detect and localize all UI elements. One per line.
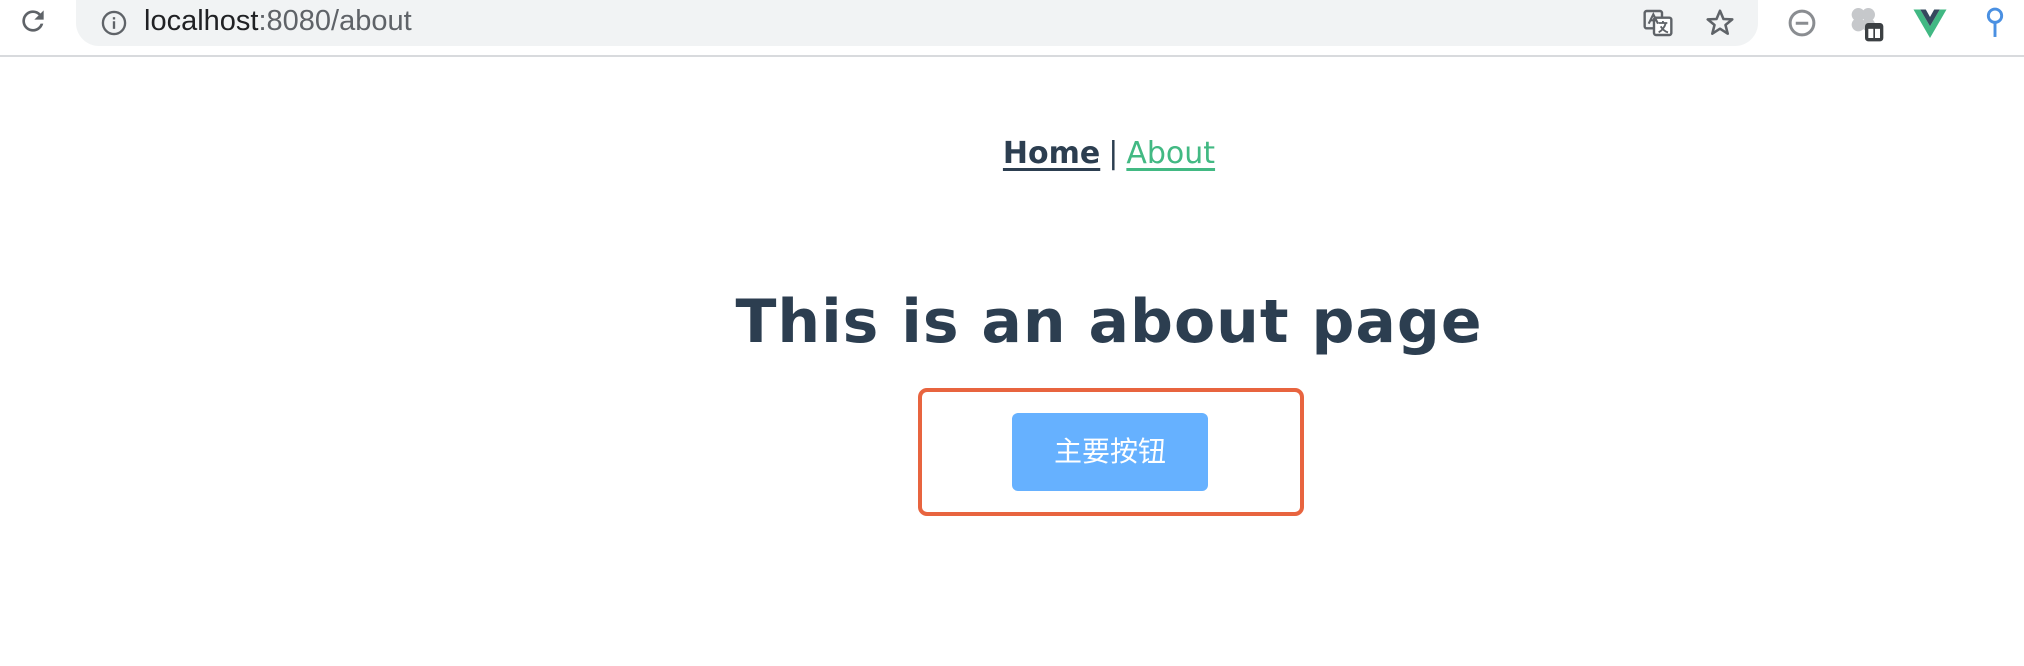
primary-button[interactable]: 主要按钮 <box>1012 413 1208 491</box>
extension-minus-icon[interactable] <box>1781 2 1823 44</box>
extension-clover-icon[interactable] <box>1844 2 1886 44</box>
browser-toolbar: localhost:8080/about <box>0 0 2024 57</box>
url-path: :8080/about <box>258 5 412 37</box>
nav-link-home[interactable]: Home <box>1003 136 1100 171</box>
extension-pin-icon[interactable] <box>1974 2 2016 44</box>
reload-icon[interactable] <box>14 2 52 40</box>
url-host: localhost <box>144 5 259 37</box>
site-info-icon[interactable] <box>98 7 130 39</box>
nav-separator: | <box>1108 136 1119 171</box>
router-nav: Home | About <box>0 134 2024 174</box>
translate-icon[interactable] <box>1640 5 1676 41</box>
bookmark-star-icon[interactable] <box>1702 5 1738 41</box>
page-title: This is an about page <box>735 287 1483 357</box>
nav-link-about[interactable]: About <box>1126 136 1215 171</box>
url-text[interactable]: localhost:8080/about <box>144 3 412 39</box>
vue-devtools-icon[interactable] <box>1909 2 1951 44</box>
address-bar[interactable]: localhost:8080/about <box>76 0 1758 46</box>
